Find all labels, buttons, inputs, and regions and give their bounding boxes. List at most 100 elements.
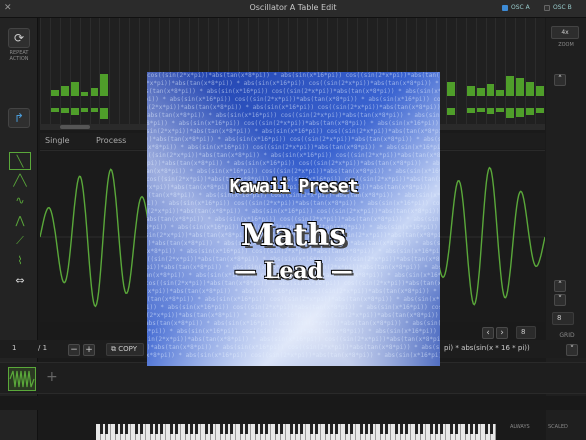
harmonic-bar[interactable] bbox=[100, 74, 109, 96]
phase-bar[interactable] bbox=[516, 108, 525, 117]
code-texture-line: cos((sin(2*x*pi))*abs(tan(x*8*pi)) * abs… bbox=[147, 104, 440, 111]
code-texture-line: cos((sin(2*x*pi))*abs(tan(x*8*pi)) * abs… bbox=[147, 72, 440, 79]
chevron-up-icon: ˄ bbox=[557, 281, 563, 291]
harmonic-bar[interactable] bbox=[476, 88, 485, 96]
harmonic-bar[interactable] bbox=[466, 86, 475, 96]
osc-b-label: OSC B bbox=[553, 4, 572, 11]
tab-osc-b[interactable]: OSC B bbox=[544, 4, 572, 11]
step-tool-icon[interactable]: ╱╲ bbox=[9, 172, 31, 190]
always-label[interactable]: ALWAYS bbox=[510, 424, 530, 430]
osc-a-label: OSC A bbox=[511, 4, 530, 11]
curve-tool-icon[interactable]: ∿ bbox=[9, 192, 31, 210]
chevron-up-icon: ˄ bbox=[557, 75, 563, 85]
phase-bar[interactable] bbox=[50, 108, 59, 112]
tab-osc-a[interactable]: OSC A bbox=[502, 4, 530, 11]
frame-total: / 1 bbox=[38, 344, 48, 352]
phase-bar[interactable] bbox=[100, 108, 109, 119]
grid-label: GRID bbox=[559, 332, 575, 339]
zoom-select[interactable]: 4x bbox=[551, 26, 579, 39]
scrollbar-thumb[interactable] bbox=[60, 125, 90, 129]
frame-current[interactable]: 1 bbox=[8, 343, 22, 356]
dash-right-icon: — bbox=[323, 258, 353, 284]
phase-bar[interactable] bbox=[476, 108, 485, 112]
code-texture-line: cos((sin(2*x*pi))*abs(tan(x*8*pi)) * abs… bbox=[147, 200, 440, 207]
window-title: Oscillator A Table Edit bbox=[249, 3, 337, 12]
ramp-tool-icon[interactable]: ⟋ bbox=[9, 232, 31, 250]
flow-button[interactable]: ↱ bbox=[8, 108, 30, 128]
page-prev-button[interactable]: ‹ bbox=[482, 327, 494, 339]
code-texture-line: cos((sin(2*x*pi))*abs(tan(x*8*pi)) * abs… bbox=[147, 328, 440, 335]
action-label: ACTION bbox=[9, 56, 29, 62]
add-frame-button[interactable]: + bbox=[83, 344, 95, 356]
code-texture-line: cos((sin(2*x*pi))*abs(tan(x*8*pi)) * abs… bbox=[147, 112, 440, 119]
harmonic-bar[interactable] bbox=[80, 92, 89, 96]
code-texture-line: cos((sin(2*x*pi))*abs(tan(x*8*pi)) * abs… bbox=[147, 96, 440, 103]
phase-bar[interactable] bbox=[506, 108, 515, 118]
code-texture-line: cos((sin(2*x*pi))*abs(tan(x*8*pi)) * abs… bbox=[147, 120, 440, 127]
page-next-button[interactable]: › bbox=[496, 327, 508, 339]
scaled-label[interactable]: SCALED bbox=[548, 424, 568, 430]
phase-bar[interactable] bbox=[80, 108, 89, 112]
frame-thumbnail[interactable] bbox=[8, 367, 36, 391]
harmonic-bar[interactable] bbox=[70, 82, 79, 96]
phase-bar[interactable] bbox=[496, 108, 505, 112]
code-texture-line: cos((sin(2*x*pi))*abs(tan(x*8*pi)) * abs… bbox=[147, 296, 440, 303]
frames-strip: + bbox=[0, 362, 586, 394]
harmonic-bar[interactable] bbox=[446, 82, 455, 96]
phase-bar[interactable] bbox=[536, 108, 544, 113]
code-texture-line: cos((sin(2*x*pi))*abs(tan(x*8*pi)) * abs… bbox=[147, 144, 440, 151]
mode-dropdown[interactable]: Single bbox=[45, 136, 70, 145]
harmonic-bar[interactable] bbox=[526, 82, 535, 96]
phase-bar[interactable] bbox=[466, 108, 475, 113]
frame-wave-icon bbox=[9, 370, 35, 388]
smooth-tool-icon[interactable]: ⌇ bbox=[9, 252, 31, 270]
phase-bar[interactable] bbox=[60, 108, 69, 113]
zoom-label: ZOOM bbox=[558, 42, 574, 48]
remove-frame-button[interactable]: − bbox=[68, 344, 80, 356]
artwork-caption: — Lead — bbox=[147, 258, 440, 284]
harmonic-bar[interactable] bbox=[506, 76, 515, 96]
artwork-caption-text: Lead bbox=[263, 258, 324, 284]
harmonic-bar[interactable] bbox=[496, 90, 505, 96]
chevron-down-icon: ˅ bbox=[569, 345, 575, 355]
phase-bar[interactable] bbox=[486, 108, 495, 114]
code-texture-line: cos((sin(2*x*pi))*abs(tan(x*8*pi)) * abs… bbox=[147, 320, 440, 327]
harmonic-bar[interactable] bbox=[516, 78, 525, 96]
code-texture-line: cos((sin(2*x*pi))*abs(tan(x*8*pi)) * abs… bbox=[147, 344, 440, 351]
formula-input[interactable]: pi) * abs(sin(x * 16 * pi)) bbox=[440, 343, 566, 356]
process-dropdown[interactable]: Process bbox=[96, 136, 126, 145]
piano-keyboard[interactable] bbox=[96, 424, 496, 440]
harmonic-bar[interactable] bbox=[50, 90, 59, 96]
wave-down-button[interactable]: ˅ bbox=[554, 294, 566, 306]
page-select[interactable]: 8 bbox=[516, 326, 536, 339]
harmonic-column-divider bbox=[455, 18, 457, 126]
phase-bar[interactable] bbox=[70, 108, 79, 115]
copy-button[interactable]: ⧉ COPY bbox=[106, 343, 144, 356]
status-bar: ALWAYS SCALED bbox=[0, 396, 586, 430]
harmonic-bar[interactable] bbox=[90, 88, 99, 96]
add-frame-icon[interactable]: + bbox=[46, 369, 58, 385]
preset-artwork: cos((sin(2*x*pi))*abs(tan(x*8*pi)) * abs… bbox=[147, 72, 440, 366]
grid-select[interactable]: 8 bbox=[552, 312, 574, 325]
phase-bar[interactable] bbox=[526, 108, 535, 115]
code-texture-line: cos((sin(2*x*pi))*abs(tan(x*8*pi)) * abs… bbox=[147, 352, 440, 359]
repeat-action-button[interactable]: ⟳ bbox=[8, 28, 30, 48]
phase-bar[interactable] bbox=[90, 108, 99, 112]
scroll-up-button[interactable]: ˄ bbox=[554, 74, 566, 86]
piano-white-key[interactable] bbox=[491, 424, 496, 440]
sine-tool-icon[interactable]: ⋀ bbox=[9, 212, 31, 230]
harmonic-column-divider bbox=[129, 18, 131, 126]
artwork-title: Maths bbox=[240, 218, 347, 253]
move-tool-icon[interactable]: ⇔ bbox=[9, 272, 31, 290]
harmonic-bar[interactable] bbox=[536, 86, 544, 96]
title-bar: ✕ Oscillator A Table Edit OSC A OSC B bbox=[0, 0, 586, 18]
line-tool-icon[interactable]: ╲ bbox=[9, 152, 31, 170]
formula-menu-button[interactable]: ˅ bbox=[566, 344, 578, 356]
harmonic-bar[interactable] bbox=[486, 84, 495, 96]
code-texture-line: cos((sin(2*x*pi))*abs(tan(x*8*pi)) * abs… bbox=[147, 152, 440, 159]
wave-up-button[interactable]: ˄ bbox=[554, 280, 566, 292]
harmonic-bar[interactable] bbox=[60, 86, 69, 96]
phase-bar[interactable] bbox=[446, 108, 455, 115]
code-texture-line: cos((sin(2*x*pi))*abs(tan(x*8*pi)) * abs… bbox=[147, 136, 440, 143]
page-nav: ‹ › 8 bbox=[480, 326, 540, 340]
